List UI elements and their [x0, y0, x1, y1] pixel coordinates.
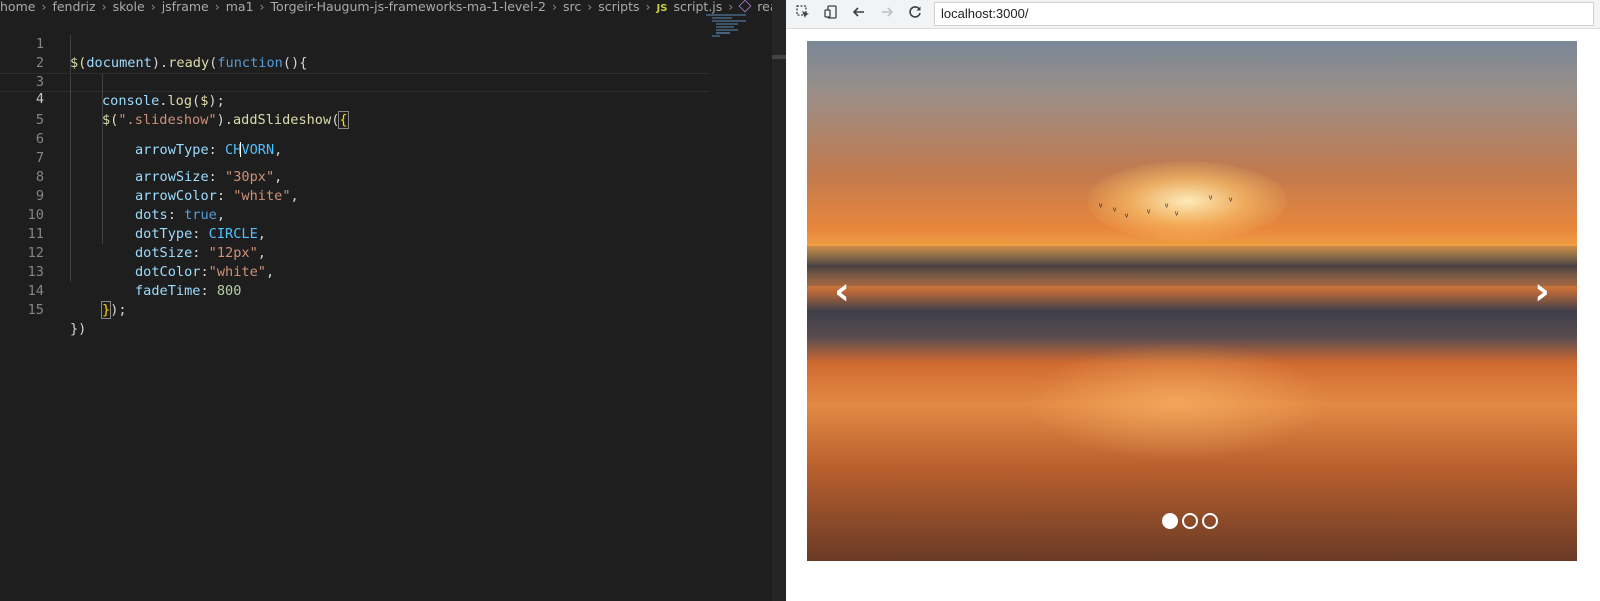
- editor-scrollbar[interactable]: [772, 0, 786, 601]
- device-toggle-icon[interactable]: [820, 4, 842, 26]
- indent-guide: [70, 244, 71, 263]
- code-text: }): [70, 321, 87, 337]
- bird-icon: ᵛ: [1125, 212, 1129, 223]
- breadcrumb-item-file[interactable]: script.js: [673, 0, 722, 13]
- code-line[interactable]: 13 });: [0, 244, 710, 319]
- indent-guide: [102, 130, 103, 149]
- chevron-right-icon: ›: [551, 0, 557, 14]
- slideshow: ᵛ ᵛ ᵛ ᵛ ᵛ ᵛ ᵛ ᵛ ‹ ›: [807, 41, 1577, 561]
- breadcrumb: home › fendriz › skole › jsframe › ma1 › Torgeir-H…: [0, 0, 786, 14]
- chevron-right-icon: ›: [587, 0, 593, 14]
- forward-icon[interactable]: [876, 4, 898, 26]
- indent-guide: [70, 168, 71, 187]
- breadcrumb-item[interactable]: scripts: [598, 0, 639, 13]
- browser-window: localhost:3000/ ᵛ ᵛ ᵛ ᵛ ᵛ ᵛ ᵛ ᵛ ‹ ›: [786, 0, 1600, 601]
- code-area[interactable]: 1 $(document).ready(function(){ 2 consol…: [0, 16, 710, 337]
- code-line[interactable]: 8 dotType: CIRCLE,: [0, 149, 710, 242]
- code-line[interactable]: 12: [0, 225, 710, 261]
- indent-guide: [70, 130, 71, 149]
- chevron-right-icon: ›: [214, 0, 220, 14]
- indent-guide: [102, 111, 103, 130]
- line-number: 15: [27, 302, 44, 318]
- code-editor[interactable]: home › fendriz › skole › jsframe › ma1 › Torgeir-H…: [0, 0, 786, 601]
- page-viewport: ᵛ ᵛ ᵛ ᵛ ᵛ ᵛ ᵛ ᵛ ‹ ›: [786, 29, 1600, 601]
- indent-guide: [102, 74, 103, 93]
- indent-guide: [70, 111, 71, 130]
- scrollbar-thumb[interactable]: [772, 55, 786, 59]
- code-line[interactable]: 1 $(document).ready(function(){: [0, 16, 710, 71]
- reload-icon[interactable]: [904, 4, 926, 26]
- code-line[interactable]: 7 dots: true,: [0, 130, 710, 223]
- code-line-active[interactable]: 4 arrowType: CHVORN,: [0, 73, 710, 158]
- breadcrumb-item[interactable]: skole: [113, 0, 145, 13]
- indent-guide: [70, 263, 71, 282]
- slideshow-next-arrow[interactable]: ›: [1527, 271, 1557, 311]
- chevron-right-icon: ›: [728, 0, 734, 14]
- indent-guide: [70, 149, 71, 168]
- breadcrumb-item[interactable]: Torgeir-Haugum-js-frameworks-ma-1-level-…: [271, 0, 546, 13]
- sun-reflection: [1027, 341, 1327, 461]
- chevron-right-icon: ›: [150, 0, 156, 14]
- indent-guide: [70, 225, 71, 244]
- chevron-right-icon: ›: [645, 0, 651, 14]
- bird-icon: ᵛ: [1229, 196, 1233, 207]
- chevron-right-icon: ›: [101, 0, 107, 14]
- slideshow-dots: [1162, 513, 1222, 529]
- indent-guide: [70, 187, 71, 206]
- code-line[interactable]: 14: [0, 263, 710, 299]
- bird-icon: ᵛ: [1147, 208, 1151, 219]
- sun-glow: [1087, 161, 1287, 241]
- indent-guide: [102, 225, 103, 244]
- indent-guide: [70, 35, 71, 54]
- address-bar[interactable]: localhost:3000/: [934, 2, 1594, 26]
- code-line[interactable]: 6 arrowColor: "white",: [0, 111, 710, 204]
- indent-guide: [102, 168, 103, 187]
- minimap[interactable]: [706, 14, 776, 54]
- code-line[interactable]: 5 arrowSize: "30px",: [0, 92, 710, 185]
- slide-image-sunset: ᵛ ᵛ ᵛ ᵛ ᵛ ᵛ ᵛ ᵛ: [807, 41, 1577, 561]
- indent-guide: [102, 187, 103, 206]
- code-line[interactable]: 10 dotColor:"white",: [0, 187, 710, 280]
- inspect-icon[interactable]: [792, 4, 814, 26]
- indent-guide: [70, 206, 71, 225]
- breadcrumb-item[interactable]: home: [0, 0, 35, 13]
- indent-guide: [102, 149, 103, 168]
- chevron-right-icon: ›: [41, 0, 47, 14]
- bird-icon: ᵛ: [1113, 206, 1117, 217]
- breadcrumb-item[interactable]: ma1: [226, 0, 254, 13]
- breadcrumb-item[interactable]: src: [563, 0, 581, 13]
- browser-toolbar: localhost:3000/: [786, 0, 1600, 29]
- code-text: });: [100, 301, 127, 319]
- slideshow-dot[interactable]: [1202, 513, 1218, 529]
- slideshow-dot[interactable]: [1182, 513, 1198, 529]
- javascript-file-icon: JS: [656, 3, 668, 14]
- code-line[interactable]: 15 }): [0, 282, 710, 337]
- ocean-wave: [807, 246, 1577, 286]
- slideshow-dot-active[interactable]: [1162, 513, 1178, 529]
- indent-guide: [102, 92, 103, 111]
- slideshow-prev-arrow[interactable]: ‹: [827, 271, 857, 311]
- indent-guide: [70, 74, 71, 93]
- indent-guide: [70, 54, 71, 73]
- symbol-method-icon: [738, 0, 752, 13]
- code-line[interactable]: 3 $(".slideshow").addSlideshow({: [0, 54, 710, 129]
- breadcrumb-item[interactable]: fendriz: [52, 0, 95, 13]
- code-line[interactable]: 9 dotSize: "12px",: [0, 168, 710, 261]
- bird-icon: ᵛ: [1165, 202, 1169, 213]
- code-line[interactable]: 2 console.log($);: [0, 35, 710, 109]
- indent-guide: [102, 206, 103, 225]
- breadcrumb-item[interactable]: jsframe: [162, 0, 209, 13]
- bird-icon: ᵛ: [1209, 194, 1213, 205]
- code-line[interactable]: 11 fadeTime: 800: [0, 206, 710, 299]
- chevron-right-icon: ›: [259, 0, 265, 14]
- back-icon[interactable]: [848, 4, 870, 26]
- bird-icon: ᵛ: [1099, 202, 1103, 213]
- indent-guide: [70, 92, 71, 111]
- bird-icon: ᵛ: [1175, 210, 1179, 221]
